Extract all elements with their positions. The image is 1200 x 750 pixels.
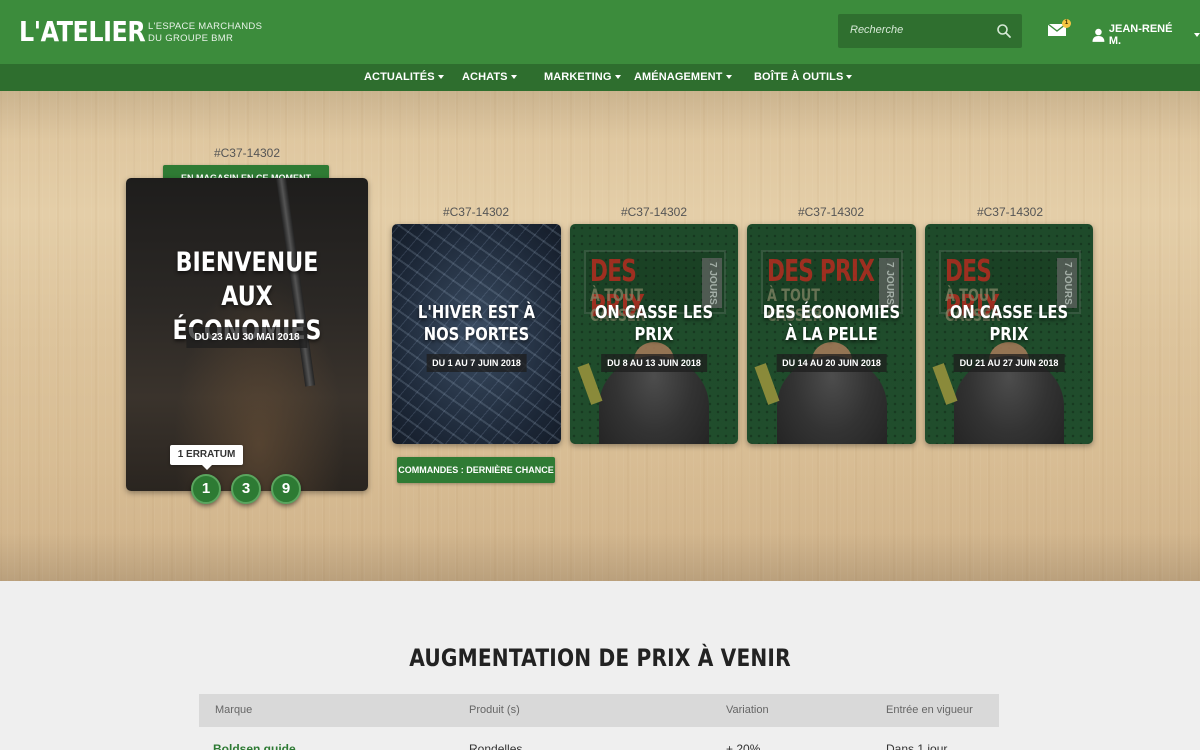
row-effective-date: Dans 1 jour bbox=[886, 742, 948, 750]
flyer-title: DES ÉCONOMIES À LA PELLE bbox=[762, 302, 901, 346]
search-input[interactable]: Recherche bbox=[850, 24, 903, 36]
column-header-variation[interactable]: Variation bbox=[726, 704, 769, 716]
counter-circle-1[interactable]: 1 bbox=[191, 474, 221, 504]
flyer-card-casse-prix-1[interactable]: DES PRIX À TOUT CASSER 7 JOURS ON CASSE … bbox=[570, 224, 738, 444]
last-chance-orders-button[interactable]: COMMANDES : DERNIÈRE CHANCE bbox=[397, 457, 555, 483]
flyer-card-casse-prix-2[interactable]: DES PRIX À TOUT CASSER 7 JOURS ON CASSE … bbox=[925, 224, 1093, 444]
flyer-card-economies-pelle[interactable]: DES PRIX À TOUT CASSER 7 JOURS DES ÉCONO… bbox=[747, 224, 916, 444]
row-brand[interactable]: Boldsen guide bbox=[213, 742, 296, 750]
featured-code: #C37-14302 bbox=[213, 146, 281, 160]
chevron-down-icon bbox=[725, 75, 732, 80]
nav-label: BOÎTE À OUTILS bbox=[754, 71, 844, 83]
notification-badge: 1 bbox=[1062, 19, 1071, 28]
flyer-date: DU 1 AU 7 JUIN 2018 bbox=[426, 354, 527, 372]
chevron-down-icon bbox=[437, 75, 444, 80]
flyer-code: #C37-14302 bbox=[797, 205, 865, 219]
flyer-code: #C37-14302 bbox=[620, 205, 688, 219]
flyer-date: DU 8 AU 13 JUIN 2018 bbox=[601, 354, 707, 372]
flyer-code: #C37-14302 bbox=[442, 205, 510, 219]
column-header-product[interactable]: Produit (s) bbox=[469, 704, 520, 716]
column-header-effective-date[interactable]: Entrée en vigueur bbox=[886, 704, 973, 716]
featured-title-line-1: BIENVENUE AUX bbox=[175, 247, 319, 312]
flyer-title-line-1: ON CASSE LES bbox=[594, 302, 714, 323]
nav-item-achats[interactable]: ACHATS bbox=[462, 71, 517, 83]
flyer-title-line-1: DES ÉCONOMIES bbox=[762, 302, 901, 323]
main-nav: ACTUALITÉS ACHATS MARKETING AMÉNAGEMENT … bbox=[0, 64, 1200, 91]
nav-item-marketing[interactable]: MARKETING bbox=[544, 71, 621, 83]
hammer-image bbox=[577, 363, 603, 405]
nav-label: ACHATS bbox=[462, 71, 508, 83]
flyer-card-hiver[interactable]: L'HIVER EST À NOS PORTES DU 1 AU 7 JUIN … bbox=[392, 224, 561, 444]
flyer-title-line-2: PRIX bbox=[634, 324, 674, 345]
counter-circle-3[interactable]: 9 bbox=[271, 474, 301, 504]
flyer-title-line-2: NOS PORTES bbox=[423, 324, 530, 345]
search-icon[interactable] bbox=[996, 23, 1012, 39]
chevron-down-icon bbox=[614, 75, 621, 80]
flyer-title: ON CASSE LES PRIX bbox=[940, 302, 1078, 346]
nav-item-boite-a-outils[interactable]: BOÎTE À OUTILS bbox=[754, 71, 853, 83]
counter-circle-2[interactable]: 3 bbox=[231, 474, 261, 504]
section-title: AUGMENTATION DE PRIX À VENIR bbox=[409, 644, 791, 672]
featured-flyer-card[interactable]: BIENVENUE AUX ÉCONOMIES DU 23 AU 30 MAI … bbox=[126, 178, 368, 491]
flyer-title-line-2: À LA PELLE bbox=[785, 324, 878, 345]
user-name: JEAN-RENÉ M. bbox=[1108, 23, 1173, 47]
flyer-title: L'HIVER EST À NOS PORTES bbox=[407, 302, 546, 346]
flyer-date: DU 14 AU 20 JUIN 2018 bbox=[776, 354, 887, 372]
nav-item-actualites[interactable]: ACTUALITÉS bbox=[364, 71, 444, 83]
nav-label: ACTUALITÉS bbox=[364, 71, 435, 83]
tagline-line-1: L'ESPACE MARCHANDS bbox=[148, 21, 263, 32]
site-tagline: L'ESPACE MARCHANDS DU GROUPE BMR bbox=[148, 21, 262, 45]
row-product: Rondelles bbox=[469, 742, 523, 750]
chevron-down-icon bbox=[846, 75, 853, 80]
promo-headline: DES PRIX bbox=[767, 254, 875, 289]
row-variation: + 20% bbox=[726, 742, 761, 750]
flyer-title-line-2: PRIX bbox=[989, 324, 1029, 345]
price-table-header: Marque Produit (s) Variation Entrée en v… bbox=[199, 694, 999, 727]
user-icon bbox=[1092, 28, 1105, 42]
tagline-line-2: DU GROUPE BMR bbox=[148, 33, 234, 44]
flyer-title-line-1: L'HIVER EST À bbox=[417, 302, 536, 323]
promo-days-tag: 7 JOURS bbox=[702, 258, 722, 308]
user-menu[interactable]: JEAN-RENÉ M. bbox=[1092, 23, 1200, 47]
site-logo[interactable]: L'ATELIER bbox=[19, 14, 146, 50]
table-row[interactable]: Boldsen guide Rondelles + 20% Dans 1 jou… bbox=[199, 727, 999, 750]
chevron-down-icon bbox=[510, 75, 517, 80]
search-box[interactable]: Recherche bbox=[838, 14, 1022, 48]
nav-label: MARKETING bbox=[544, 71, 612, 83]
chevron-down-icon bbox=[1194, 33, 1200, 37]
promo-days-tag: 7 JOURS bbox=[1057, 258, 1077, 308]
flyer-code: #C37-14302 bbox=[976, 205, 1044, 219]
erratum-tooltip[interactable]: 1 ERRATUM bbox=[170, 445, 243, 470]
promo-days-tag: 7 JOURS bbox=[879, 258, 899, 308]
flyer-date: DU 21 AU 27 JUIN 2018 bbox=[953, 354, 1065, 372]
flyer-title-line-1: ON CASSE LES bbox=[949, 302, 1069, 323]
nav-label: AMÉNAGEMENT bbox=[634, 71, 723, 83]
column-header-brand[interactable]: Marque bbox=[215, 704, 252, 716]
nav-item-amenagement[interactable]: AMÉNAGEMENT bbox=[634, 71, 732, 83]
top-bar: L'ATELIER L'ESPACE MARCHANDS DU GROUPE B… bbox=[0, 0, 1200, 64]
featured-date: DU 23 AU 30 MAI 2018 bbox=[186, 327, 308, 348]
flyer-title: ON CASSE LES PRIX bbox=[585, 302, 723, 346]
